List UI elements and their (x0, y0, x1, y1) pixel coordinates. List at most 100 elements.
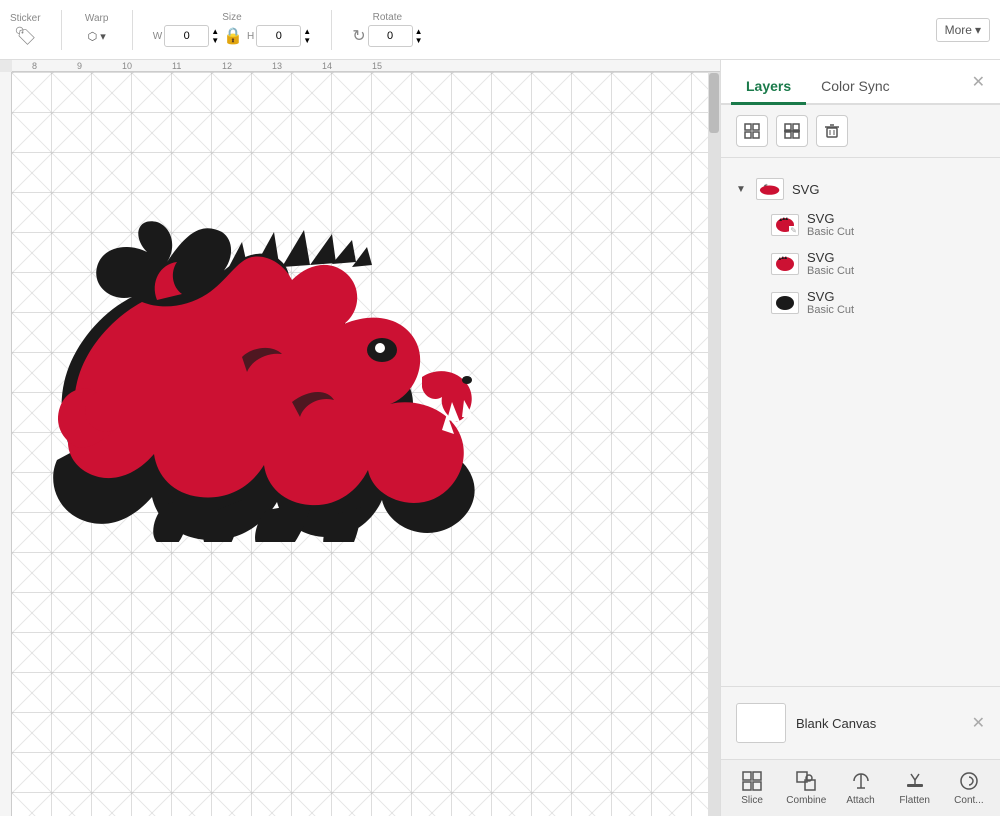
ruler-mark-15: 15 (372, 61, 382, 71)
attach-tool[interactable]: Attach (834, 765, 886, 811)
ruler-left (0, 72, 12, 816)
layer-group-name: SVG (792, 182, 819, 197)
size-spinners: ▲ ▼ (211, 28, 219, 45)
slice-label: Slice (741, 795, 763, 806)
divider-2 (132, 10, 133, 50)
layer-thumb-3 (771, 292, 799, 314)
layer-thumb-1: ✎ (771, 214, 799, 236)
layer-chevron-icon: ▼ (736, 184, 748, 195)
layer-thumb-svg (758, 180, 782, 198)
sticker-label: Sticker (10, 13, 41, 24)
width-input[interactable] (164, 25, 209, 47)
flatten-label: Flatten (899, 795, 930, 806)
panel-bottom-toolbar: Slice Combine Attach (721, 759, 1000, 816)
layer-thumb-svg-2 (773, 255, 797, 273)
razorback-svg (42, 202, 662, 542)
ruler-mark-12: 12 (222, 61, 232, 71)
combine-icon (795, 770, 817, 792)
rotate-down[interactable]: ▼ (415, 37, 423, 45)
lock-icon: 🔒 (223, 26, 243, 46)
group-button[interactable] (736, 115, 768, 147)
delete-icon (824, 123, 840, 139)
blank-canvas-item: Blank Canvas ✕ (736, 697, 985, 749)
panel-tabs: Layers Color Sync ✕ (721, 60, 1000, 105)
layer-group-svg: ▼ SVG (721, 168, 1000, 327)
ungroup-button[interactable] (776, 115, 808, 147)
blank-canvas-section: Blank Canvas ✕ (721, 686, 1000, 759)
layer-1-type: Basic Cut (807, 226, 854, 238)
layer-3-type: Basic Cut (807, 304, 854, 316)
slice-tool[interactable]: Slice (726, 765, 778, 811)
right-panel: Layers Color Sync ✕ (720, 60, 1000, 816)
scrollbar-right[interactable] (708, 72, 720, 816)
blank-canvas-name: Blank Canvas (796, 716, 876, 731)
attach-label: Attach (846, 795, 874, 806)
layer-item-2[interactable]: SVG Basic Cut (736, 244, 985, 283)
height-input[interactable] (256, 25, 301, 47)
ungroup-icon (784, 123, 800, 139)
sticker-icon: 🏷 (14, 26, 37, 47)
rotate-up[interactable]: ▲ (415, 28, 423, 36)
group-icon (744, 123, 760, 139)
sticker-section: Sticker 🏷 (10, 13, 41, 47)
more-label: More (945, 23, 972, 37)
grid-canvas[interactable] (12, 72, 720, 816)
rotate-label: Rotate (373, 12, 402, 23)
flatten-tool[interactable]: Flatten (889, 765, 941, 811)
rotate-icon: ↻ (352, 26, 365, 46)
ruler-mark-8: 8 (32, 61, 37, 71)
slice-icon (741, 770, 763, 792)
rotate-input-wrap: ↻ ▲ ▼ (352, 25, 422, 47)
divider-1 (61, 10, 62, 50)
image-container[interactable] (42, 202, 662, 542)
size-spinners-h: ▲ ▼ (303, 28, 311, 45)
rotate-input[interactable] (368, 25, 413, 47)
layer-3-info: SVG Basic Cut (807, 289, 854, 316)
layer-group-header[interactable]: ▼ SVG (736, 173, 985, 205)
panel-close-icon[interactable]: ✕ (967, 64, 990, 100)
warp-label: Warp (85, 13, 109, 24)
more-button[interactable]: More ▾ (936, 18, 990, 42)
size-section: Size W ▲ ▼ 🔒 H ▲ ▼ (153, 12, 311, 47)
size-inputs: W ▲ ▼ 🔒 H ▲ ▼ (153, 25, 311, 47)
blank-canvas-close-icon[interactable]: ✕ (972, 713, 985, 733)
combine-label: Combine (786, 795, 826, 806)
width-up[interactable]: ▲ (211, 28, 219, 36)
tab-layers[interactable]: Layers (731, 70, 806, 105)
panel-toolbar (721, 105, 1000, 158)
layer-item-1[interactable]: ✎ SVG Basic Cut (736, 205, 985, 244)
contour-icon (958, 770, 980, 792)
width-down[interactable]: ▼ (211, 37, 219, 45)
warp-button[interactable]: ⬡ ▾ (82, 26, 112, 47)
combine-tool[interactable]: Combine (780, 765, 832, 811)
main-area: 8 9 10 11 12 13 14 15 (0, 60, 1000, 816)
blank-canvas-thumb (736, 703, 786, 743)
layer-2-name: SVG (807, 250, 854, 265)
contour-tool[interactable]: Cont... (943, 765, 995, 811)
layer-1-info: SVG Basic Cut (807, 211, 854, 238)
height-up[interactable]: ▲ (303, 28, 311, 36)
layer-thumb-2 (771, 253, 799, 275)
ruler-mark-14: 14 (322, 61, 332, 71)
height-label: H (247, 31, 254, 42)
rotate-section: Rotate ↻ ▲ ▼ (352, 12, 422, 47)
height-down[interactable]: ▼ (303, 37, 311, 45)
size-label: Size (222, 12, 241, 23)
rotate-spinners: ▲ ▼ (415, 28, 423, 45)
delete-layer-button[interactable] (816, 115, 848, 147)
tab-colorsync[interactable]: Color Sync (806, 70, 904, 105)
width-label: W (153, 31, 162, 42)
contour-label: Cont... (954, 795, 983, 806)
layer-list: ▼ SVG (721, 158, 1000, 686)
canvas-area[interactable]: 8 9 10 11 12 13 14 15 (0, 60, 720, 816)
layer-group-info: SVG (792, 182, 819, 197)
layer-item-3[interactable]: SVG Basic Cut (736, 283, 985, 322)
layer-thumb-svg-3 (773, 294, 797, 312)
attach-icon (850, 770, 872, 792)
ruler-mark-9: 9 (77, 61, 82, 71)
divider-3 (331, 10, 332, 50)
layer-2-type: Basic Cut (807, 265, 854, 277)
scrollbar-thumb[interactable] (709, 73, 719, 133)
main-toolbar: Sticker 🏷 Warp ⬡ ▾ Size W ▲ ▼ 🔒 H ▲ ▼ Ro… (0, 0, 1000, 60)
ruler-mark-10: 10 (122, 61, 132, 71)
